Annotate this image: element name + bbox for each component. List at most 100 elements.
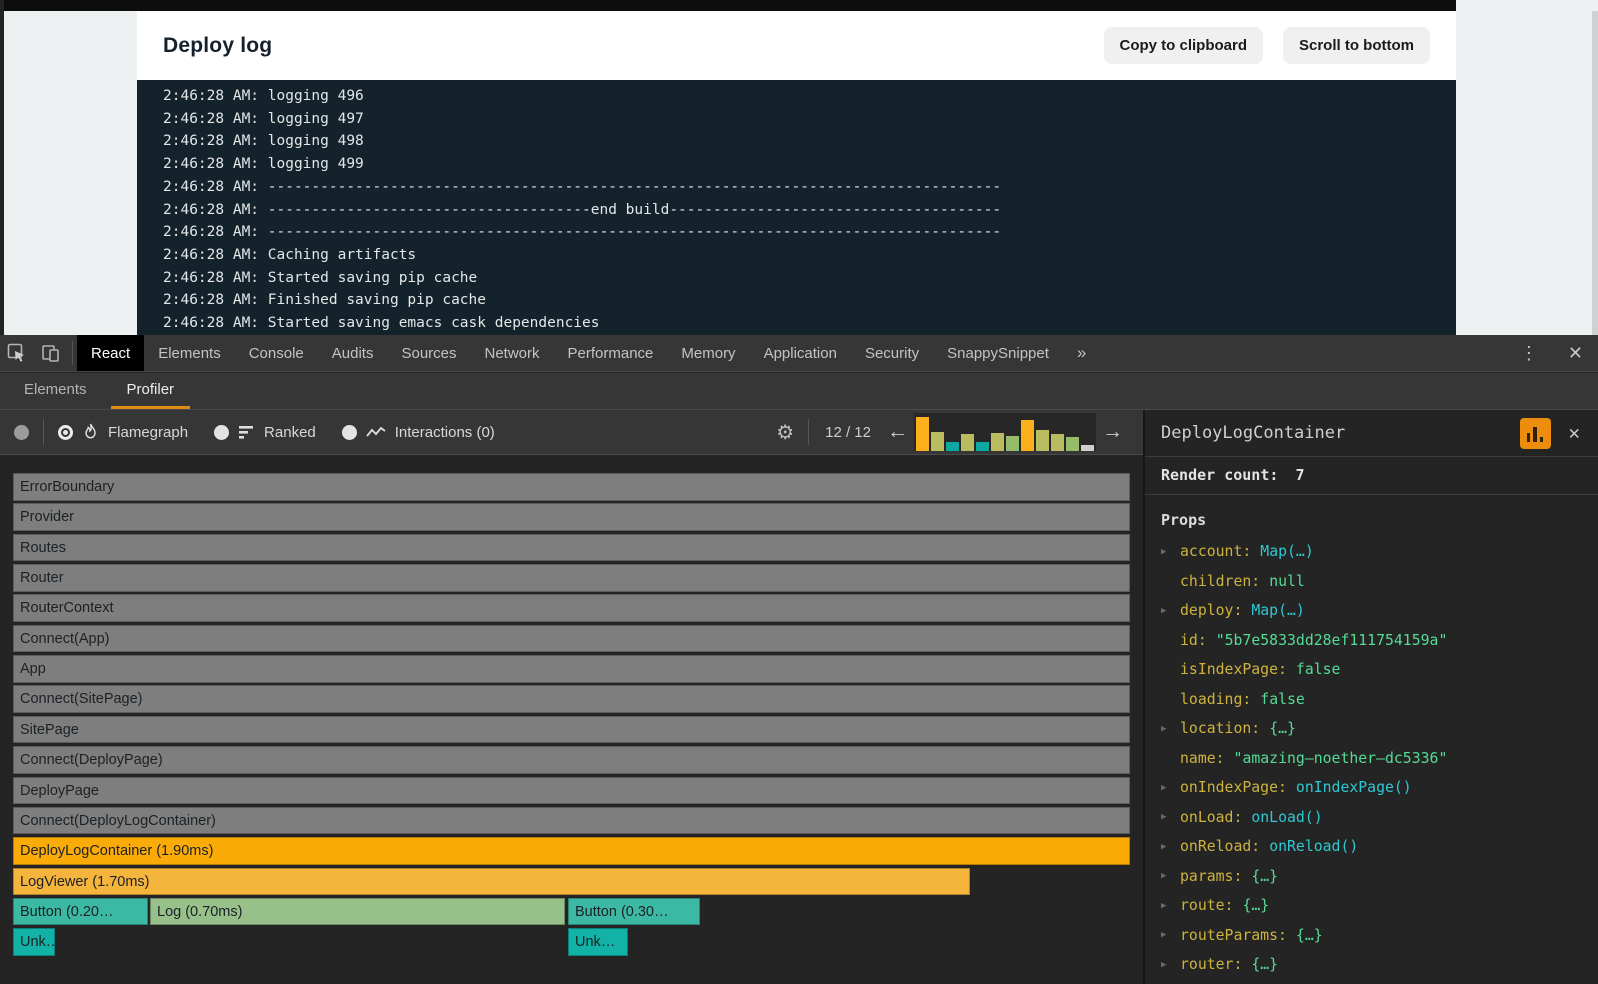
expand-triangle-icon[interactable]: ▶ [1161, 812, 1180, 822]
prop-row-children[interactable]: children:null [1145, 567, 1598, 597]
prop-value: "5b7e5833dd28ef111754159a" [1216, 632, 1448, 649]
snapshot-bar[interactable] [1066, 437, 1079, 451]
prop-row-account[interactable]: ▶account:Map(…) [1145, 537, 1598, 567]
expand-triangle-icon[interactable]: ▶ [1161, 606, 1180, 616]
prop-row-location[interactable]: ▶location:{…} [1145, 714, 1598, 744]
flame-bar-connect-sitepage-[interactable]: Connect(SitePage) [13, 685, 1130, 713]
prop-key: id: [1180, 632, 1207, 649]
flame-bar-deploypage[interactable]: DeployPage [13, 777, 1130, 805]
prop-row-routeParams[interactable]: ▶routeParams:{…} [1145, 921, 1598, 951]
tab-snappysnippet[interactable]: SnappySnippet [933, 335, 1063, 371]
snapshot-bar[interactable] [1021, 420, 1034, 451]
flame-bar-provider[interactable]: Provider [13, 503, 1130, 531]
interactions-icon [366, 426, 386, 439]
tab-memory[interactable]: Memory [667, 335, 749, 371]
tab-elements[interactable]: Elements [144, 335, 235, 371]
snapshot-bar[interactable] [961, 434, 974, 451]
snapshot-bar[interactable] [1051, 434, 1064, 451]
prop-row-route[interactable]: ▶route:{…} [1145, 891, 1598, 921]
expand-triangle-icon[interactable]: ▶ [1161, 930, 1180, 940]
subtab-elements[interactable]: Elements [8, 373, 103, 409]
flame-bar-logviewer-1-70ms-[interactable]: LogViewer (1.70ms) [13, 868, 970, 896]
expand-triangle-icon[interactable]: ▶ [1161, 901, 1180, 911]
snapshot-bar[interactable] [976, 442, 989, 451]
expand-triangle-icon[interactable]: ▶ [1161, 547, 1180, 557]
tab-react[interactable]: React [77, 335, 144, 371]
flame-bar-button-0-20-[interactable]: Button (0.20… [13, 898, 148, 926]
flame-row: Connect(App) [0, 625, 1143, 653]
inspect-element-icon[interactable] [0, 335, 34, 371]
prop-row-loading[interactable]: loading:false [1145, 685, 1598, 715]
deploy-log-output[interactable]: 2:46:28 AM: logging 4962:46:28 AM: loggi… [137, 80, 1456, 335]
snapshot-bar[interactable] [1081, 445, 1094, 451]
prop-row-onIndexPage[interactable]: ▶onIndexPage:onIndexPage() [1145, 773, 1598, 803]
prop-row-params[interactable]: ▶params:{…} [1145, 862, 1598, 892]
flame-bar-unk-[interactable]: Unk… [13, 928, 55, 956]
prop-row-onLoad[interactable]: ▶onLoad:onLoad() [1145, 803, 1598, 833]
next-snapshot-button[interactable]: → [1096, 420, 1129, 444]
prop-row-router[interactable]: ▶router:{…} [1145, 950, 1598, 980]
deploy-log-header: Deploy log Copy to clipboard Scroll to b… [137, 11, 1456, 80]
device-toolbar-icon[interactable] [34, 335, 68, 371]
flame-bar-connect-deploypage-[interactable]: Connect(DeployPage) [13, 746, 1130, 774]
prop-key: name: [1180, 750, 1225, 767]
expand-triangle-icon[interactable]: ▶ [1161, 871, 1180, 881]
expand-triangle-icon[interactable]: ▶ [1161, 783, 1180, 793]
tab-application[interactable]: Application [750, 335, 851, 371]
prop-row-isIndexPage[interactable]: isIndexPage:false [1145, 655, 1598, 685]
expand-triangle-icon[interactable]: ▶ [1161, 724, 1180, 734]
tab-sources[interactable]: Sources [387, 335, 470, 371]
scroll-to-bottom-button[interactable]: Scroll to bottom [1283, 27, 1430, 64]
tab-performance[interactable]: Performance [554, 335, 668, 371]
react-devtools-subtabs: ElementsProfiler [0, 373, 1598, 410]
tab-network[interactable]: Network [471, 335, 554, 371]
snapshot-bar[interactable] [946, 442, 959, 451]
flame-bar-sitepage[interactable]: SitePage [13, 716, 1130, 744]
flame-bar-log-0-70ms-[interactable]: Log (0.70ms) [150, 898, 565, 926]
snapshot-bar[interactable] [916, 417, 929, 451]
record-button[interactable] [14, 425, 29, 440]
prop-row-deploy[interactable]: ▶deploy:Map(…) [1145, 596, 1598, 626]
prev-snapshot-button[interactable]: ← [881, 420, 914, 444]
tab-audits[interactable]: Audits [318, 335, 388, 371]
flame-bar-connect-app-[interactable]: Connect(App) [13, 625, 1130, 653]
top-black-bar [0, 0, 1456, 11]
radio-ranked[interactable]: Ranked [214, 424, 316, 441]
flame-bar-deploylogcontainer-1-90ms-[interactable]: DeployLogContainer (1.90ms) [13, 837, 1130, 865]
radio-circle [214, 425, 229, 440]
page-scrollbar[interactable] [1592, 11, 1598, 335]
prop-row-id[interactable]: id: "5b7e5833dd28ef111754159a" [1145, 626, 1598, 656]
prop-row-name[interactable]: name:"amazing–noether–dc5336" [1145, 744, 1598, 774]
close-devtools-icon[interactable]: ✕ [1553, 343, 1598, 364]
expand-triangle-icon[interactable]: ▶ [1161, 960, 1180, 970]
flame-bar-unk-[interactable]: Unk… [568, 928, 628, 956]
flame-row: Provider [0, 503, 1143, 531]
radio-flamegraph[interactable]: Flamegraph [58, 423, 188, 441]
panel-header: DeployLogContainer ✕ [1145, 410, 1598, 457]
gear-icon[interactable]: ⚙ [776, 420, 794, 445]
prop-value: onLoad() [1251, 809, 1322, 826]
flame-bar-app[interactable]: App [13, 655, 1130, 683]
tabs-overflow-button[interactable]: » [1063, 335, 1100, 371]
prop-row-onReload[interactable]: ▶onReload:onReload() [1145, 832, 1598, 862]
flame-bar-connect-deploylogcontainer-[interactable]: Connect(DeployLogContainer) [13, 807, 1130, 835]
flame-bar-button-0-30-[interactable]: Button (0.30… [568, 898, 700, 926]
flame-bar-router[interactable]: Router [13, 564, 1130, 592]
snapshot-bar[interactable] [1006, 436, 1019, 451]
tab-console[interactable]: Console [235, 335, 318, 371]
snapshot-bar[interactable] [1036, 430, 1049, 451]
render-chart-button[interactable] [1520, 418, 1551, 449]
flame-bar-routercontext[interactable]: RouterContext [13, 594, 1130, 622]
tab-security[interactable]: Security [851, 335, 933, 371]
expand-triangle-icon[interactable]: ▶ [1161, 842, 1180, 852]
radio-interactions-0-[interactable]: Interactions (0) [342, 424, 495, 441]
snapshot-bar[interactable] [991, 433, 1004, 451]
flame-bar-errorboundary[interactable]: ErrorBoundary [13, 473, 1130, 501]
panel-close-icon[interactable]: ✕ [1563, 420, 1586, 446]
copy-to-clipboard-button[interactable]: Copy to clipboard [1104, 27, 1264, 64]
more-options-icon[interactable]: ⋮ [1505, 343, 1553, 364]
snapshot-bar[interactable] [931, 432, 944, 451]
subtab-profiler[interactable]: Profiler [111, 373, 191, 409]
flame-bar-routes[interactable]: Routes [13, 534, 1130, 562]
log-line: 2:46:28 AM: logging 499 [163, 153, 1456, 176]
